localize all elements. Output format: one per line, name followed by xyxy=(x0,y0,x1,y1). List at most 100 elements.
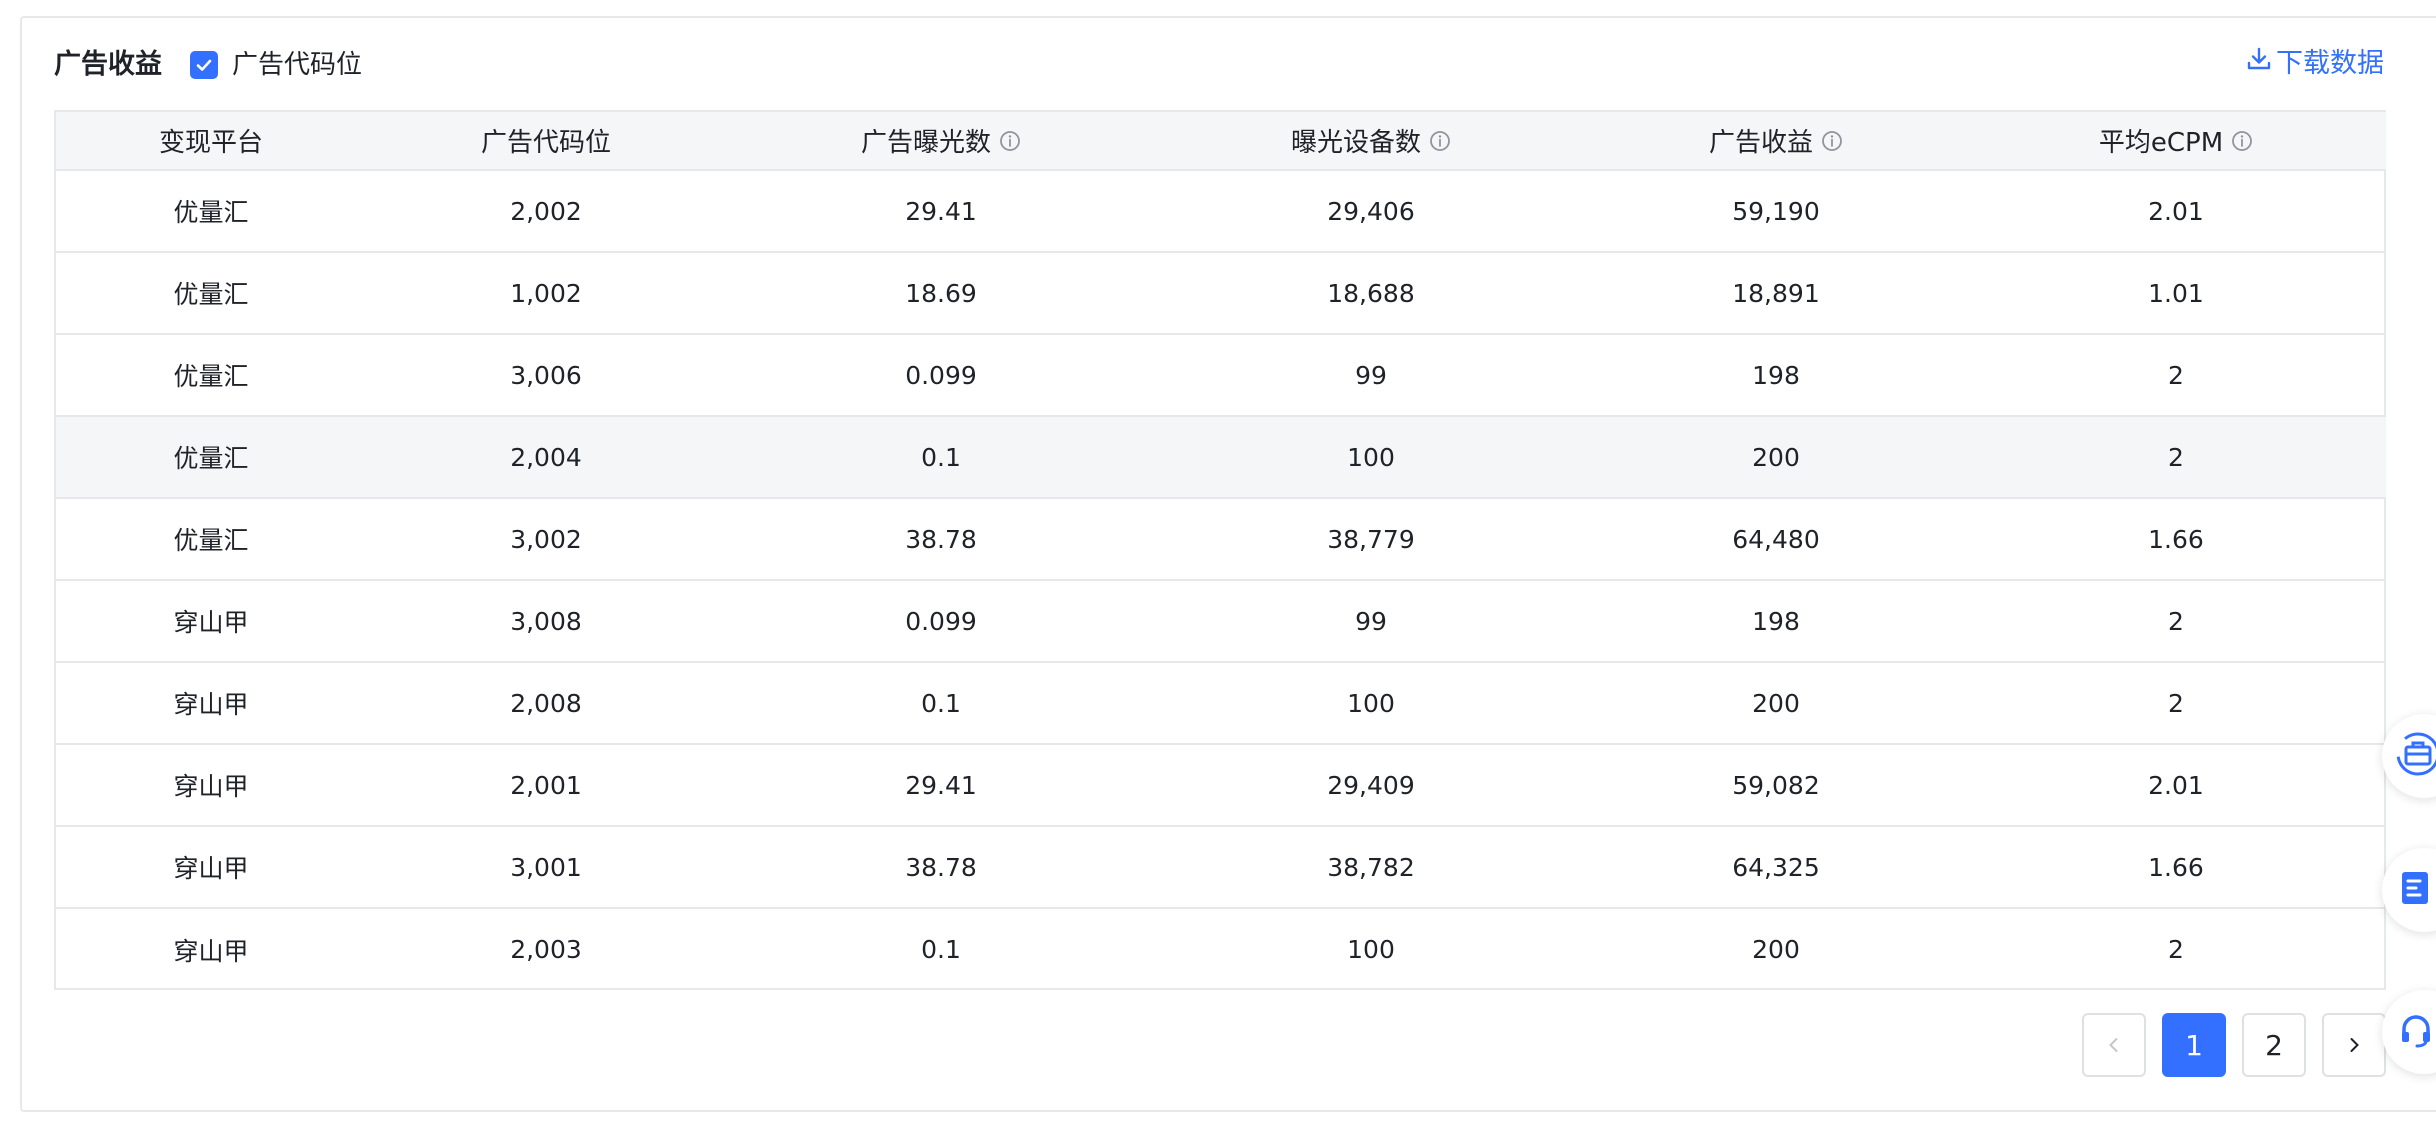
table-cell: 2,003 xyxy=(366,907,726,990)
table-cell: 100 xyxy=(1156,661,1586,744)
table-cell: 38.78 xyxy=(726,825,1156,908)
ad-slot-checkbox[interactable]: 广告代码位 xyxy=(190,48,362,82)
revenue-table: 变现平台 广告代码位 广告曝光数 曝光设备数 广告收益 平均eCPM 优量汇 2,002 29… xyxy=(54,110,2386,990)
chevron-left-icon xyxy=(2104,1029,2124,1062)
table-cell: 38.78 xyxy=(726,497,1156,580)
info-icon[interactable] xyxy=(999,130,1021,152)
column-header-label: 变现平台 xyxy=(158,128,263,158)
table-cell: 0.099 xyxy=(726,333,1156,416)
table-cell: 99 xyxy=(1156,333,1586,416)
headset-icon xyxy=(2396,1010,2436,1054)
table-row: 穿山甲 3,001 38.78 38,782 64,325 1.66 xyxy=(56,825,2386,908)
table-cell: 0.099 xyxy=(726,579,1156,662)
table-cell: 0.1 xyxy=(726,907,1156,990)
table-cell: 3,008 xyxy=(366,579,726,662)
table-cell: 2,002 xyxy=(510,196,582,226)
toolbox-icon xyxy=(2396,732,2436,780)
download-data-button[interactable]: 下载数据 xyxy=(2246,44,2384,84)
table-cell: 2 xyxy=(1966,579,2386,662)
table-cell: 198 xyxy=(1586,579,1966,662)
table-cell: 0.1 xyxy=(726,661,1156,744)
table-body: 优量汇 2,002 29.41 29,406 59,190 2.01 优量汇 1,002 18.… xyxy=(56,170,2386,990)
table-row: 穿山甲 2,008 0.1 100 200 2 xyxy=(56,661,2386,744)
table-row: 穿山甲 2,003 0.1 100 200 2 xyxy=(56,907,2386,990)
download-label: 下载数据 xyxy=(2276,48,2384,79)
page-1-button[interactable]: 1 xyxy=(2162,1013,2226,1077)
info-icon[interactable] xyxy=(2231,130,2253,152)
table-cell: 优量汇 xyxy=(56,497,366,580)
column-header: 广告收益 xyxy=(1586,112,1966,171)
table-cell: 优量汇 xyxy=(56,333,366,416)
table-cell: 29.41 xyxy=(726,743,1156,826)
table-cell: 59,082 xyxy=(1586,743,1966,826)
table-row: 优量汇 3,006 0.099 99 198 2 xyxy=(56,333,2386,416)
column-header-label: 广告曝光数 xyxy=(860,128,991,158)
table-cell: 200 xyxy=(1586,415,1966,498)
table-cell: 优量汇 xyxy=(173,198,249,227)
section-title: 广告收益 xyxy=(54,49,162,80)
chevron-right-icon xyxy=(2344,1029,2364,1062)
table-row: 优量汇 1,002 18.69 18,688 18,891 1.01 xyxy=(56,251,2386,334)
table-cell: 2 xyxy=(1966,661,2386,744)
table-cell: 29,409 xyxy=(1156,743,1586,826)
table-cell: 2,004 xyxy=(366,415,726,498)
column-header: 变现平台 xyxy=(56,112,366,171)
column-header-label: 平均eCPM xyxy=(2098,128,2224,158)
table-header-row: 变现平台 广告代码位 广告曝光数 曝光设备数 广告收益 平均eCPM xyxy=(56,112,2386,171)
table-cell: 18.69 xyxy=(726,251,1156,334)
table-cell: 29.41 xyxy=(905,196,977,226)
table-cell: 穿山甲 xyxy=(56,825,366,908)
table-cell: 优量汇 xyxy=(56,251,366,334)
table-cell: 优量汇 xyxy=(56,415,366,498)
checkbox-label: 广告代码位 xyxy=(232,50,363,80)
table-row: 优量汇 2,002 29.41 29,406 59,190 2.01 xyxy=(56,170,2386,252)
table-cell: 59,190 xyxy=(1732,196,1820,226)
table-cell: 29,406 xyxy=(1327,196,1415,226)
table-cell: 200 xyxy=(1586,907,1966,990)
table-cell: 3,002 xyxy=(366,497,726,580)
table-cell: 64,325 xyxy=(1586,825,1966,908)
table-cell: 38,782 xyxy=(1156,825,1586,908)
column-header: 广告曝光数 xyxy=(726,112,1156,171)
table-cell: 198 xyxy=(1586,333,1966,416)
column-header-label: 曝光设备数 xyxy=(1290,128,1421,158)
table-cell: 99 xyxy=(1156,579,1586,662)
table-cell: 64,480 xyxy=(1586,497,1966,580)
table-cell: 1.01 xyxy=(1966,251,2386,334)
table-row: 穿山甲 3,008 0.099 99 198 2 xyxy=(56,579,2386,662)
document-icon xyxy=(2396,868,2436,912)
table-cell: 200 xyxy=(1586,661,1966,744)
column-header: 广告代码位 xyxy=(366,112,726,171)
table-cell: 2 xyxy=(1966,415,2386,498)
table-cell: 1.66 xyxy=(1966,825,2386,908)
table-cell: 2 xyxy=(1966,333,2386,416)
prev-page-button[interactable] xyxy=(2082,1013,2146,1077)
next-page-button[interactable] xyxy=(2322,1013,2386,1077)
table-cell: 穿山甲 xyxy=(56,661,366,744)
table-cell: 18,688 xyxy=(1156,251,1586,334)
table-cell: 1.66 xyxy=(1966,497,2386,580)
table-cell: 穿山甲 xyxy=(56,743,366,826)
table-row: 优量汇 3,002 38.78 38,779 64,480 1.66 xyxy=(56,497,2386,580)
info-icon[interactable] xyxy=(1821,130,1843,152)
table-cell: 2,008 xyxy=(366,661,726,744)
info-icon[interactable] xyxy=(1429,130,1451,152)
table-cell: 0.1 xyxy=(726,415,1156,498)
table-cell: 穿山甲 xyxy=(56,579,366,662)
checkbox-checked-icon[interactable] xyxy=(190,51,218,79)
table-cell: 18,891 xyxy=(1586,251,1966,334)
table-cell: 2.01 xyxy=(1966,743,2386,826)
table-row: 穿山甲 2,001 29.41 29,409 59,082 2.01 xyxy=(56,743,2386,826)
table-cell: 穿山甲 xyxy=(56,907,366,990)
download-icon xyxy=(2246,44,2276,84)
table-cell: 1,002 xyxy=(366,251,726,334)
table-cell: 100 xyxy=(1156,907,1586,990)
table-cell: 2 xyxy=(1966,907,2386,990)
table-cell: 38,779 xyxy=(1156,497,1586,580)
column-header-label: 广告代码位 xyxy=(480,128,611,158)
table-cell: 2.01 xyxy=(2148,196,2204,226)
table-cell: 3,001 xyxy=(366,825,726,908)
column-header: 平均eCPM xyxy=(1966,112,2386,171)
table-row: 优量汇 2,004 0.1 100 200 2 xyxy=(56,415,2386,498)
page-2-button[interactable]: 2 xyxy=(2242,1013,2306,1077)
